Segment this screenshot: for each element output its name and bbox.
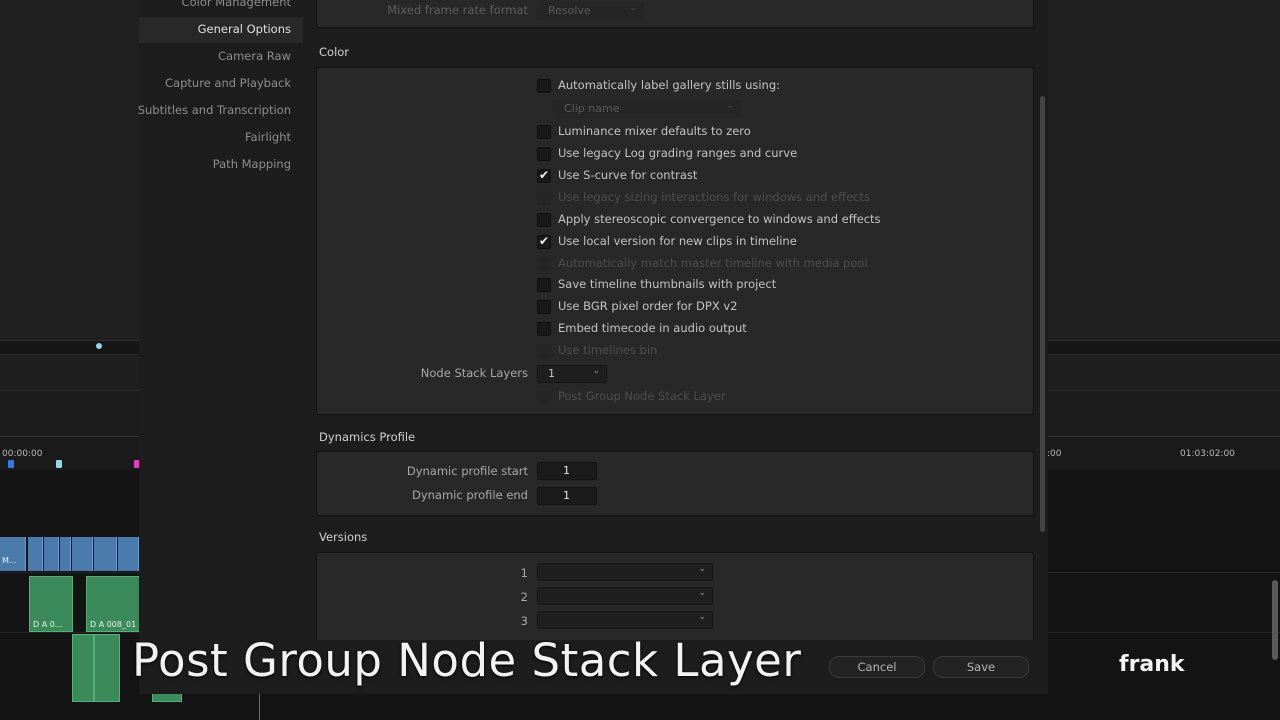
timecode-right: 01:03:02:00 [1180, 449, 1235, 459]
audio-clip-label: D A 0... [33, 620, 63, 629]
mixed-frame-rate-label: Mixed frame rate format [387, 3, 528, 17]
mixed-frame-rate-value: Resolve [548, 4, 591, 17]
option-label: Automatically label gallery stills using… [558, 78, 781, 92]
sidebar-item-capture-playback[interactable]: Capture and Playback [165, 76, 291, 90]
chevron-down-icon: ⌄ [698, 588, 706, 598]
option-label: Use timelines bin [558, 343, 658, 357]
option-label: Use legacy sizing interactions for windo… [558, 190, 870, 204]
version-number: 1 [520, 566, 528, 580]
version-number: 3 [520, 614, 528, 628]
dynamic-profile-end-label: Dynamic profile end [411, 488, 528, 502]
dynamic-profile-end-field[interactable]: 1 [537, 487, 597, 505]
option-label: Save timeline thumbnails with project [558, 277, 777, 291]
node-stack-layers-dropdown[interactable]: 1 ⌄ [537, 365, 607, 383]
checkbox-checked[interactable]: ✔ [537, 234, 551, 249]
checkmark-icon: ✔ [538, 234, 550, 248]
timeline-marker-blue[interactable] [8, 460, 14, 468]
checkbox-checked[interactable]: ✔ [537, 168, 551, 183]
audio-clip-label: D A 008_01 [90, 620, 137, 629]
sidebar-item-color-management[interactable]: Color Management [182, 0, 291, 9]
checkbox[interactable] [537, 213, 551, 227]
version-3-dropdown[interactable]: ⌄ [537, 611, 713, 629]
timeline-marker-cyan[interactable] [56, 460, 62, 468]
option-label: Apply stereoscopic convergence to window… [558, 212, 881, 226]
dynamic-profile-start-value: 1 [563, 464, 570, 477]
video-clip[interactable] [60, 537, 71, 571]
dynamic-profile-start-label: Dynamic profile start [406, 464, 528, 478]
dynamic-profile-start-field[interactable]: 1 [537, 462, 597, 480]
checkbox[interactable] [537, 278, 551, 292]
checkbox-disabled [537, 257, 551, 271]
video-clip[interactable] [28, 537, 43, 571]
checkbox[interactable] [537, 79, 551, 93]
cancel-button[interactable]: Cancel [829, 656, 925, 678]
dynamic-profile-end-value: 1 [563, 489, 570, 502]
chevron-down-icon: ⌄ [698, 564, 706, 574]
video-clip[interactable] [118, 537, 139, 571]
chevron-down-icon: ⌄ [698, 612, 706, 622]
checkbox[interactable] [537, 322, 551, 336]
video-caption: Post Group Node Stack Layer [132, 634, 802, 687]
settings-sidebar: Color Management General Options Camera … [138, 0, 303, 694]
option-label: Post Group Node Stack Layer [558, 389, 726, 403]
chevron-down-icon: ⌄ [592, 366, 600, 376]
node-stack-layers-label: Node Stack Layers [420, 366, 528, 380]
node-stack-layers-value: 1 [548, 367, 555, 380]
option-label: Use local version for new clips in timel… [558, 234, 797, 248]
audio-clip[interactable] [94, 634, 120, 702]
sidebar-item-subtitles[interactable]: Subtitles and Transcription [138, 103, 291, 117]
checkbox[interactable] [537, 147, 551, 161]
versions-section-title: Versions [319, 530, 368, 544]
settings-scrollbar[interactable] [1040, 96, 1045, 532]
option-label: Use legacy Log grading ranges and curve [558, 146, 798, 160]
option-label: Embed timecode in audio output [558, 321, 747, 335]
gallery-label-dropdown[interactable]: Clip name ⌄ [553, 100, 741, 118]
sidebar-item-fairlight[interactable]: Fairlight [245, 130, 291, 144]
option-label: Automatically match master timeline with… [558, 256, 868, 270]
chevron-down-icon: ⌄ [726, 101, 734, 111]
save-button[interactable]: Save [933, 656, 1029, 678]
checkmark-icon: ✔ [538, 168, 550, 182]
sidebar-item-path-mapping[interactable]: Path Mapping [213, 157, 291, 171]
option-label: Use S-curve for contrast [558, 168, 698, 182]
version-1-dropdown[interactable]: ⌄ [537, 563, 713, 581]
option-label: Luminance mixer defaults to zero [558, 124, 751, 138]
brand-watermark: frank [1119, 652, 1185, 677]
video-clip[interactable]: M... [0, 537, 26, 571]
video-clip[interactable] [72, 537, 93, 571]
sidebar-item-camera-raw[interactable]: Camera Raw [218, 49, 291, 63]
video-clip[interactable] [94, 537, 117, 571]
version-2-dropdown[interactable]: ⌄ [537, 587, 713, 605]
scrubber-marker[interactable] [96, 343, 102, 349]
checkbox-disabled [537, 344, 551, 358]
audio-clip[interactable]: D A 008_01 [86, 576, 140, 632]
version-number: 2 [520, 590, 528, 604]
video-clip-label: M... [2, 556, 17, 565]
checkbox-disabled [537, 191, 551, 205]
dynamics-section-title: Dynamics Profile [319, 430, 416, 444]
checkbox[interactable] [537, 125, 551, 139]
timecode-left: 00:00:00 [2, 449, 43, 459]
timecode-mid: :00 [1047, 449, 1062, 459]
gallery-label-value: Clip name [564, 102, 620, 115]
dynamics-panel [316, 451, 1034, 516]
playhead[interactable] [259, 690, 260, 720]
audio-clip[interactable]: D A 0... [29, 576, 73, 632]
video-clip[interactable] [44, 537, 59, 571]
chevron-down-icon: ⌄ [629, 3, 637, 13]
timeline-scrollbar[interactable] [1272, 580, 1278, 660]
color-section-title: Color [319, 45, 350, 59]
option-label: Use BGR pixel order for DPX v2 [558, 299, 738, 313]
mixed-frame-rate-dropdown[interactable]: Resolve ⌄ [537, 2, 644, 20]
audio-clip[interactable] [72, 634, 94, 702]
checkbox-disabled [537, 390, 551, 404]
checkbox[interactable] [537, 300, 551, 314]
sidebar-item-general-options[interactable]: General Options [198, 22, 291, 36]
